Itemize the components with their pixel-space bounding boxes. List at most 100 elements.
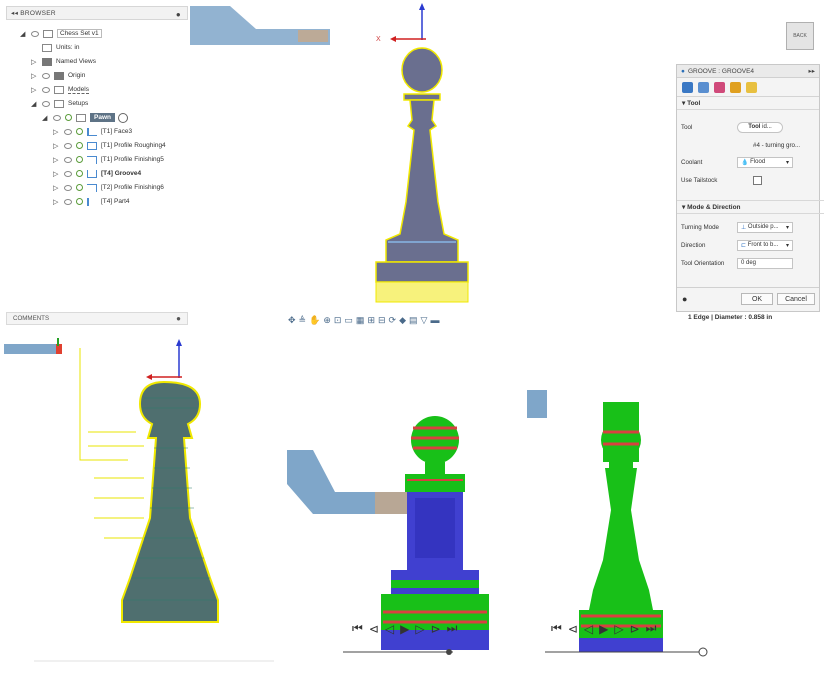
toolpath-view[interactable] bbox=[4, 338, 279, 663]
pin-icon[interactable]: ● bbox=[176, 10, 181, 19]
tree-item-setup-pawn[interactable]: ◢ Pawn bbox=[42, 112, 128, 123]
step-forward-icon[interactable]: ⊳ bbox=[431, 622, 441, 636]
comments-panel[interactable]: COMMENTS ● bbox=[6, 312, 188, 325]
expand-dialog-icon[interactable]: ▸▸ bbox=[808, 67, 815, 75]
tree-item-named-views[interactable]: ▷ Named Views bbox=[31, 56, 96, 67]
viewcube[interactable]: BACK bbox=[786, 22, 814, 50]
check-icon bbox=[65, 114, 72, 121]
display-settings-icon[interactable]: ▭ bbox=[344, 315, 353, 326]
expand-icon[interactable]: ▷ bbox=[53, 142, 60, 150]
visibility-icon[interactable] bbox=[64, 170, 72, 177]
visual-style-icon[interactable]: ⊟ bbox=[378, 315, 386, 326]
tree-item-models[interactable]: ▷ Models bbox=[31, 84, 89, 95]
expand-icon[interactable]: ▷ bbox=[53, 156, 60, 164]
op-row[interactable]: ▷ [T1] Profile Finishing5 bbox=[53, 154, 164, 165]
direction-select[interactable]: ⊏ Front to b... ▾ bbox=[737, 239, 793, 251]
expand-icon[interactable]: ▷ bbox=[31, 86, 38, 94]
tab-linking-icon[interactable] bbox=[746, 81, 757, 93]
tree-item-origin[interactable]: ▷ Origin bbox=[31, 70, 85, 81]
expand-icon[interactable]: ◢ bbox=[42, 114, 49, 122]
tailstock-checkbox[interactable] bbox=[753, 175, 762, 185]
appearance-icon[interactable]: ◆ bbox=[399, 315, 406, 326]
visibility-icon[interactable] bbox=[64, 128, 72, 135]
visibility-icon[interactable] bbox=[64, 156, 72, 163]
fit-icon[interactable]: ⊡ bbox=[334, 315, 342, 326]
viewports-icon[interactable]: ⊞ bbox=[367, 315, 375, 326]
tab-passes-icon[interactable] bbox=[730, 81, 741, 93]
orientation-input[interactable]: 0 deg bbox=[737, 257, 793, 269]
turning-mode-select[interactable]: ⊥ Outside p... ▾ bbox=[737, 221, 793, 233]
pawn-model-top[interactable] bbox=[370, 2, 480, 307]
step-forward-icon[interactable]: ⊳ bbox=[630, 622, 640, 636]
tool-field-label: Tool bbox=[681, 123, 693, 131]
chevron-down-icon: ▾ bbox=[785, 224, 789, 231]
pin-icon[interactable]: ● bbox=[176, 314, 181, 323]
orientation-row: Tool Orientation 0 deg bbox=[681, 257, 815, 269]
tree-item-units[interactable]: Units: in bbox=[42, 42, 79, 53]
info-icon[interactable]: ● bbox=[682, 294, 687, 304]
op-row[interactable]: ▷ [T2] Profile Finishing6 bbox=[53, 182, 164, 193]
coolant-select[interactable]: 💧 Flood ▾ bbox=[737, 156, 793, 168]
expand-icon[interactable]: ▷ bbox=[53, 198, 60, 206]
step-back-icon[interactable]: ⊲ bbox=[568, 622, 578, 636]
visibility-icon[interactable] bbox=[42, 72, 50, 79]
tab-radii-icon[interactable] bbox=[714, 81, 725, 93]
skip-start-icon[interactable]: ⏮ bbox=[551, 621, 562, 636]
op-row[interactable]: ▷ [T4] Part4 bbox=[53, 196, 130, 207]
play-icon[interactable]: ▶ bbox=[599, 622, 608, 636]
fast-forward-icon[interactable]: ▷ bbox=[415, 622, 424, 636]
layout-icon[interactable]: ▤ bbox=[409, 315, 418, 326]
visibility-icon[interactable] bbox=[64, 142, 72, 149]
skip-start-icon[interactable]: ⏮ bbox=[352, 621, 363, 636]
turning-mode-row: Turning Mode ⊥ Outside p... ▾ bbox=[681, 221, 815, 233]
camera-icon[interactable]: ▬ bbox=[430, 315, 439, 325]
expand-icon[interactable]: ▷ bbox=[31, 58, 38, 66]
tree-item-setups[interactable]: ◢ Setups bbox=[31, 98, 88, 109]
fast-forward-icon[interactable]: ▷ bbox=[614, 622, 623, 636]
pan-icon[interactable]: ✋ bbox=[309, 315, 320, 326]
expand-icon[interactable]: ▷ bbox=[53, 128, 60, 136]
visibility-icon[interactable] bbox=[53, 114, 61, 121]
visibility-icon[interactable] bbox=[64, 184, 72, 191]
tool-select-button[interactable]: Tool id... bbox=[737, 121, 783, 133]
activate-icon[interactable] bbox=[117, 112, 128, 123]
tab-geometry-icon[interactable] bbox=[698, 81, 709, 93]
visibility-icon[interactable] bbox=[64, 198, 72, 205]
expand-icon[interactable]: ◢ bbox=[31, 100, 38, 108]
op-row[interactable]: ▷ [T1] Face3 bbox=[53, 126, 132, 137]
skip-end-icon[interactable]: ⏭ bbox=[447, 621, 458, 636]
collapse-icon[interactable]: ◂◂ bbox=[11, 9, 20, 17]
orientation-label: Tool Orientation bbox=[681, 259, 725, 267]
tree-item-label: Models bbox=[68, 85, 89, 94]
rewind-icon[interactable]: ◁ bbox=[385, 622, 394, 636]
rewind-icon[interactable]: ◁ bbox=[584, 622, 593, 636]
tree-root[interactable]: ◢ Chess Set v1 bbox=[20, 28, 102, 39]
mode-section-header[interactable]: ▾ Mode & Direction bbox=[677, 200, 824, 214]
dialog-title-bar[interactable]: ● GROOVE : GROOVE4 ▸▸ bbox=[677, 65, 819, 78]
visibility-icon[interactable] bbox=[42, 86, 50, 93]
browser-header[interactable]: ◂◂ BROWSER ● bbox=[6, 6, 188, 20]
tool-section-label: Tool bbox=[687, 99, 701, 107]
profile-finishing-icon bbox=[87, 155, 97, 164]
expand-icon[interactable]: ◢ bbox=[20, 30, 27, 38]
zoom-icon[interactable]: ⊕ bbox=[323, 315, 331, 326]
expand-icon[interactable]: ▷ bbox=[53, 170, 60, 178]
op-row[interactable]: ▷ [T1] Profile Roughing4 bbox=[53, 140, 166, 151]
grid-icon[interactable]: ▦ bbox=[356, 315, 365, 326]
skip-end-icon[interactable]: ⏭ bbox=[646, 621, 657, 636]
expand-icon[interactable]: ▷ bbox=[31, 72, 38, 80]
ok-button[interactable]: OK bbox=[741, 293, 773, 305]
refresh-icon[interactable]: ⟳ bbox=[389, 315, 397, 326]
step-back-icon[interactable]: ⊲ bbox=[369, 622, 379, 636]
play-icon[interactable]: ▶ bbox=[400, 622, 409, 636]
cancel-button[interactable]: Cancel bbox=[777, 293, 815, 305]
look-at-icon[interactable]: ≜ bbox=[299, 315, 307, 326]
op-row-selected[interactable]: ▷ [T4] Groove4 bbox=[53, 168, 141, 179]
filter-icon[interactable]: ▽ bbox=[421, 315, 428, 326]
visibility-icon[interactable] bbox=[42, 100, 50, 107]
tab-tool-icon[interactable] bbox=[682, 81, 693, 93]
orbit-icon[interactable]: ✥ bbox=[288, 315, 296, 326]
expand-icon[interactable]: ▷ bbox=[53, 184, 60, 192]
tool-section-header[interactable]: ▾ Tool bbox=[677, 97, 819, 110]
visibility-icon[interactable] bbox=[31, 30, 39, 37]
